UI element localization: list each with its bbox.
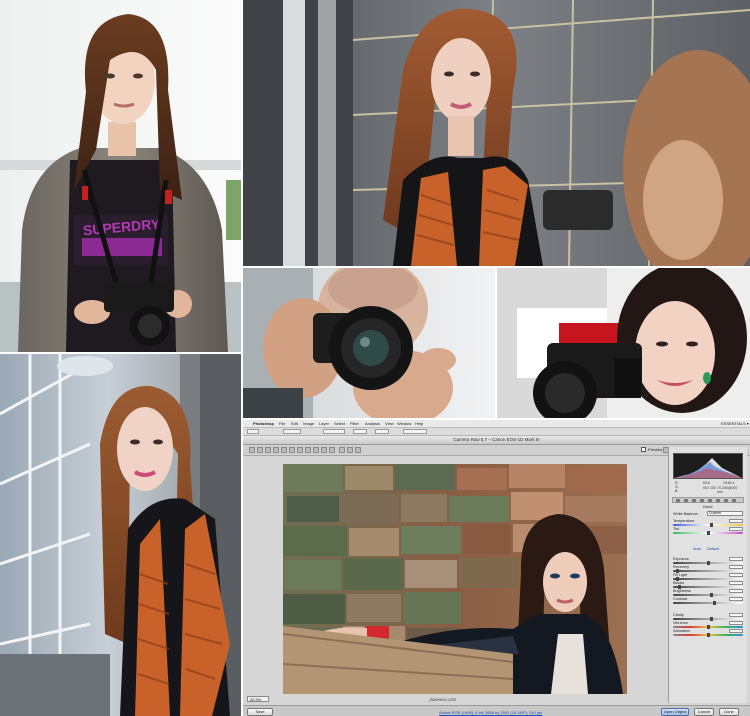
slider-value-saturation[interactable]: [729, 628, 743, 633]
photo-woman-against-wall: [243, 0, 750, 266]
targeted-adjustment-icon[interactable]: [281, 447, 287, 453]
red-eye-icon[interactable]: [313, 447, 319, 453]
hand-tool-icon[interactable]: [257, 447, 263, 453]
preview-label: Preview: [648, 447, 663, 452]
histogram: [673, 453, 743, 479]
options-bar: [243, 428, 750, 436]
slider-thumb[interactable]: [706, 531, 710, 535]
slider-value-contrast[interactable]: [729, 596, 743, 601]
menu-bar: Photoshop File Edit Image Layer Select F…: [243, 420, 750, 428]
adjustment-brush-icon[interactable]: [321, 447, 327, 453]
done-button[interactable]: Done: [719, 708, 739, 716]
adjustments-panel: R: G: B: f/5.6 1/160 s ISO 100 70-200@20…: [668, 447, 747, 703]
slider-value-tint[interactable]: [729, 526, 743, 531]
slider-value-fill-light[interactable]: [729, 572, 743, 577]
photo-girl-with-camera: SUPERDRY: [0, 0, 241, 352]
slider-value-exposure[interactable]: [729, 556, 743, 561]
width-field[interactable]: [353, 429, 367, 434]
slider-label-temperature: Temperature: [673, 519, 695, 523]
tool-preset-picker[interactable]: [247, 429, 259, 434]
slider-label-vibrance: Vibrance: [673, 621, 688, 625]
menu-window[interactable]: Window: [397, 420, 411, 427]
slider-thumb[interactable]: [709, 523, 713, 527]
save-image-button[interactable]: Save Image...: [247, 708, 273, 716]
readout-b: B:: [675, 489, 679, 493]
readout-lens: 70-200@200 mm: [717, 486, 738, 494]
dialog-title-bar: Camera Raw 5.7 – Canon EOS-1D Mark III: [243, 436, 750, 445]
readout-iso: ISO 100: [703, 486, 716, 490]
slider-value-vibrance[interactable]: [729, 620, 743, 625]
slider-label-clarity: Clarity: [673, 613, 684, 617]
filename-label: _B2M9011.CR2: [428, 697, 457, 702]
straighten-tool-icon[interactable]: [297, 447, 303, 453]
open-object-button[interactable]: Open Object: [661, 708, 689, 716]
menu-image[interactable]: Image: [303, 420, 314, 427]
slider-label-tint: Tint: [673, 527, 680, 531]
slider-value-recovery[interactable]: [729, 564, 743, 569]
workflow-options-link[interactable]: Adobe RGB (1998); 8 bit; 3888 by 2592 (1…: [439, 710, 542, 715]
default-link[interactable]: Default: [707, 547, 719, 551]
refine-edge-button[interactable]: [403, 429, 427, 434]
readout-shutter: 1/160 s: [723, 481, 735, 485]
color-sampler-icon[interactable]: [273, 447, 279, 453]
white-balance-label: White Balance:: [673, 512, 699, 516]
menu-photoshop[interactable]: Photoshop: [253, 420, 274, 427]
rotate-left-icon[interactable]: [347, 447, 353, 453]
slider-thumb[interactable]: [706, 625, 710, 629]
menu-layer[interactable]: Layer: [319, 420, 329, 427]
slider-thumb[interactable]: [706, 633, 710, 637]
menu-view[interactable]: View: [385, 420, 394, 427]
feather-field[interactable]: [283, 429, 301, 434]
slider-value-temperature[interactable]: [729, 518, 743, 523]
menu-edit[interactable]: Edit: [291, 420, 298, 427]
preferences-icon[interactable]: [339, 447, 345, 453]
crop-tool-icon[interactable]: [289, 447, 295, 453]
rotate-right-icon[interactable]: [355, 447, 361, 453]
spot-removal-icon[interactable]: [305, 447, 311, 453]
readout-aperture: f/5.6: [703, 481, 710, 485]
panel-tabs[interactable]: [672, 497, 744, 503]
photo-man-holding-camera: [243, 268, 495, 418]
graduated-filter-icon[interactable]: [329, 447, 335, 453]
slider-thumb[interactable]: [709, 593, 713, 597]
workspace-switcher[interactable]: ESSENTIALS ▾: [721, 420, 749, 427]
auto-link[interactable]: Auto: [693, 547, 701, 551]
style-select[interactable]: [323, 429, 345, 434]
white-balance-tool-icon[interactable]: [265, 447, 271, 453]
zoom-level-select[interactable]: 32.9%: [247, 696, 269, 702]
slider-contrast[interactable]: [673, 602, 743, 604]
menu-help[interactable]: Help: [415, 420, 423, 427]
basic-section-title: Basic: [703, 504, 713, 509]
slider-label-brightness: Brightness: [673, 589, 691, 593]
menu-analysis[interactable]: Analysis: [365, 420, 380, 427]
slider-label-saturation: Saturation: [673, 629, 691, 633]
slider-label-exposure: Exposure: [673, 557, 690, 561]
slider-label-fill-light: Fill Light: [673, 573, 688, 577]
dialog-footer: Save Image... Adobe RGB (1998); 8 bit; 3…: [243, 705, 750, 716]
height-field[interactable]: [375, 429, 389, 434]
slider-value-clarity[interactable]: [729, 612, 743, 617]
slider-thumb[interactable]: [706, 561, 710, 565]
white-balance-select[interactable]: Custom: [707, 511, 743, 516]
slider-thumb[interactable]: [713, 601, 717, 605]
menu-filter[interactable]: Filter: [350, 420, 359, 427]
cancel-button[interactable]: Cancel: [694, 708, 714, 716]
rgb-readout: R: G: B: f/5.6 1/160 s ISO 100 70-200@20…: [673, 481, 743, 495]
menu-file[interactable]: File: [279, 420, 285, 427]
image-preview[interactable]: [282, 464, 627, 694]
photo-woman-by-building: [0, 354, 241, 716]
photo-woman-with-camera-smiling: [497, 268, 750, 418]
slider-thumb[interactable]: [709, 617, 713, 621]
camera-raw-window: Photoshop File Edit Image Layer Select F…: [243, 420, 750, 716]
dialog-title: Camera Raw 5.7 – Canon EOS-1D Mark III: [453, 437, 540, 442]
slider-value-brightness[interactable]: [729, 588, 743, 593]
preview-checkbox[interactable]: [641, 447, 646, 452]
slider-value-blacks[interactable]: [729, 580, 743, 585]
slider-label-contrast: Contrast: [673, 597, 688, 601]
zoom-tool-icon[interactable]: [249, 447, 255, 453]
menu-select[interactable]: Select: [334, 420, 345, 427]
